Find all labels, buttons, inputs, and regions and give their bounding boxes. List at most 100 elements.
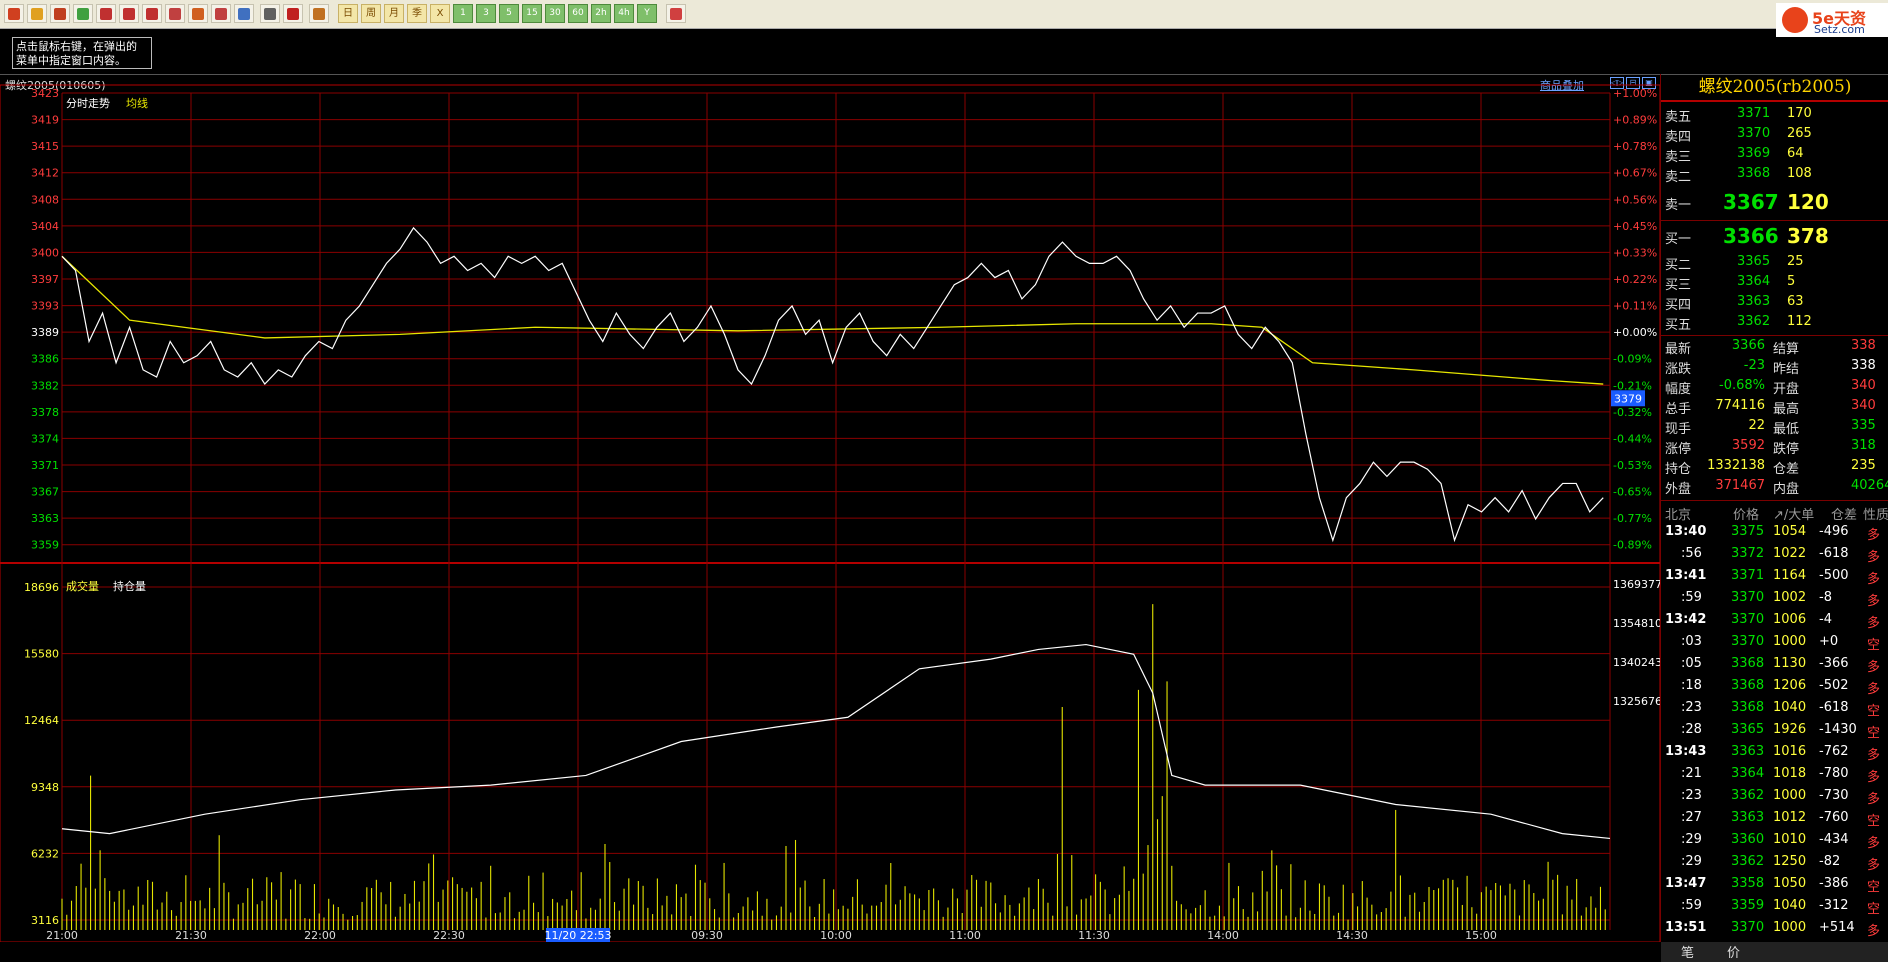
tick-nature: 多 <box>1867 792 1881 807</box>
tick-row[interactable]: :03 3370 1000 +0 空 <box>1661 634 1888 656</box>
pct-tick-label: -0.77% <box>1613 512 1652 525</box>
tick-price: 3370 <box>1731 612 1765 627</box>
tick-volume: 1006 <box>1773 612 1807 627</box>
tick-price: 3372 <box>1731 546 1765 561</box>
stat-value: 371467 <box>1715 478 1765 493</box>
tick-row[interactable]: :21 3364 1018 -780 多 <box>1661 766 1888 788</box>
tick-header-cell: 仓差 <box>1831 508 1858 523</box>
stat-label: 结算 <box>1773 342 1800 357</box>
tick-volume: 1012 <box>1773 810 1807 825</box>
tick-volume: 1010 <box>1773 832 1807 847</box>
bid-row[interactable]: 买四 3363 63 <box>1661 294 1888 314</box>
tick-nature: 多 <box>1867 528 1881 543</box>
tick-volume: 1000 <box>1773 920 1807 935</box>
ask-row-best[interactable]: 卖一 3367 120 <box>1661 190 1888 216</box>
tick-price: 3370 <box>1731 634 1765 649</box>
pct-tick-label: -0.32% <box>1613 406 1652 419</box>
tick-time: :23 <box>1681 788 1702 803</box>
tick-nature: 空 <box>1867 638 1881 653</box>
ask-price: 3369 <box>1737 146 1771 161</box>
tick-row[interactable]: :29 3362 1250 -82 多 <box>1661 854 1888 876</box>
time-axis-label: 22:00 <box>304 929 336 942</box>
tick-row[interactable]: :56 3372 1022 -618 多 <box>1661 546 1888 568</box>
tab-prices[interactable]: 价 <box>1727 942 1740 961</box>
intraday-chart[interactable]: 3423 +1.00% 3419 +0.89% 3415 +0.78% 3412 +0.67%… <box>0 0 1660 942</box>
tab-trades[interactable]: 笔 <box>1681 942 1694 961</box>
tick-oi-change: -496 <box>1819 524 1849 539</box>
bid-row[interactable]: 买三 3364 5 <box>1661 274 1888 294</box>
tick-volume: 1022 <box>1773 546 1807 561</box>
tick-price: 3365 <box>1731 722 1765 737</box>
tick-volume: 1040 <box>1773 700 1807 715</box>
stat-label: 仓差 <box>1773 462 1800 477</box>
tick-volume: 1016 <box>1773 744 1807 759</box>
tick-price: 3368 <box>1731 656 1765 671</box>
tick-row[interactable]: :59 3370 1002 -8 多 <box>1661 590 1888 612</box>
ask-volume: 108 <box>1787 166 1812 181</box>
tick-oi-change: -434 <box>1819 832 1849 847</box>
tick-row[interactable]: 13:40 3375 1054 -496 多 <box>1661 524 1888 546</box>
tick-row[interactable]: :23 3362 1000 -730 多 <box>1661 788 1888 810</box>
stat-label: 内盘 <box>1773 482 1800 497</box>
pct-tick-label: -0.09% <box>1613 353 1652 366</box>
tick-row[interactable]: 13:43 3363 1016 -762 多 <box>1661 744 1888 766</box>
tick-nature: 多 <box>1867 858 1881 873</box>
tick-volume: 1040 <box>1773 898 1807 913</box>
tick-row[interactable]: 13:47 3358 1050 -386 空 <box>1661 876 1888 898</box>
ask-row[interactable]: 卖四 3370 265 <box>1661 126 1888 146</box>
tick-row[interactable]: 13:42 3370 1006 -4 多 <box>1661 612 1888 634</box>
tick-row[interactable]: :05 3368 1130 -366 多 <box>1661 656 1888 678</box>
tick-volume: 1002 <box>1773 590 1807 605</box>
ask-volume: 170 <box>1787 106 1812 121</box>
tick-oi-change: -366 <box>1819 656 1849 671</box>
stat-value: 340 <box>1851 378 1876 393</box>
oi-tick-label: 1369377 <box>1613 578 1660 591</box>
tick-oi-change: -780 <box>1819 766 1849 781</box>
tick-row[interactable]: :28 3365 1926 -1430 空 <box>1661 722 1888 744</box>
tick-time: :29 <box>1681 832 1702 847</box>
price-tick-label: 3397 <box>31 273 59 286</box>
tick-nature: 多 <box>1867 924 1881 939</box>
tick-oi-change: -82 <box>1819 854 1841 869</box>
tick-nature: 多 <box>1867 550 1881 565</box>
tick-nature: 空 <box>1867 704 1881 719</box>
bid-row[interactable]: 买二 3365 25 <box>1661 254 1888 274</box>
stat-value: 335 <box>1851 418 1876 433</box>
price-tick-label: 3404 <box>31 220 59 233</box>
tick-table-header: 北京 价格 ↗/大单 仓差 性质 <box>1661 504 1888 524</box>
bid-label: 买二 <box>1665 258 1692 273</box>
tick-row[interactable]: :27 3363 1012 -760 空 <box>1661 810 1888 832</box>
ask-volume: 64 <box>1787 146 1804 161</box>
tick-nature: 多 <box>1867 748 1881 763</box>
tick-row[interactable]: :23 3368 1040 -618 空 <box>1661 700 1888 722</box>
ask-label: 卖一 <box>1665 198 1692 213</box>
bid-row-best[interactable]: 买一 3366 378 <box>1661 224 1888 250</box>
stat-label: 开盘 <box>1773 382 1800 397</box>
bid-price: 3363 <box>1737 294 1771 309</box>
stat-value: -23 <box>1743 358 1765 373</box>
bid-row[interactable]: 买五 3362 112 <box>1661 314 1888 334</box>
tick-time: :59 <box>1681 898 1702 913</box>
tick-time: :56 <box>1681 546 1702 561</box>
price-tick-label: 3393 <box>31 300 59 313</box>
tick-row[interactable]: :18 3368 1206 -502 多 <box>1661 678 1888 700</box>
stat-value: -0.68% <box>1719 378 1765 393</box>
tick-row[interactable]: 13:41 3371 1164 -500 多 <box>1661 568 1888 590</box>
tick-row[interactable]: :29 3360 1010 -434 多 <box>1661 832 1888 854</box>
volume-tick-label: 3116 <box>31 914 59 927</box>
tick-volume: 1130 <box>1773 656 1807 671</box>
price-legend: 分时走势 <box>66 97 110 110</box>
tick-nature: 多 <box>1867 594 1881 609</box>
price-tick-label: 3382 <box>31 379 59 392</box>
tick-price: 3370 <box>1731 590 1765 605</box>
tick-row[interactable]: :59 3359 1040 -312 空 <box>1661 898 1888 920</box>
bid-price: 3364 <box>1737 274 1771 289</box>
ask-row[interactable]: 卖三 3369 64 <box>1661 146 1888 166</box>
time-axis-label: 11:00 <box>949 929 981 942</box>
tick-row[interactable]: 13:51 3370 1000 +514 多 <box>1661 920 1888 942</box>
pct-tick-label: +0.78% <box>1613 140 1657 153</box>
ask-row[interactable]: 卖二 3368 108 <box>1661 166 1888 186</box>
ask-row[interactable]: 卖五 3371 170 <box>1661 106 1888 126</box>
tick-nature: 空 <box>1867 814 1881 829</box>
bid-label: 买一 <box>1665 232 1692 247</box>
